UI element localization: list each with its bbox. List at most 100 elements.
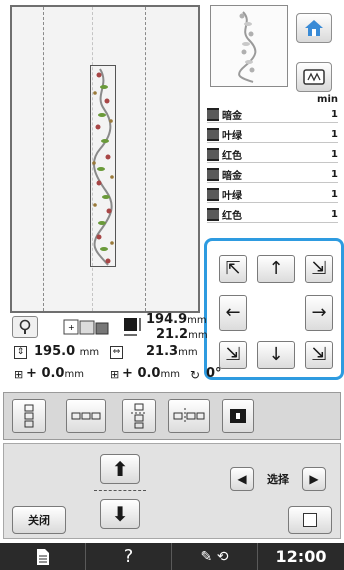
thread-spool-icon bbox=[207, 207, 219, 221]
move-up-button[interactable]: ↑ bbox=[257, 255, 295, 283]
layout-vertical-button[interactable] bbox=[12, 399, 46, 433]
design-height-value: 194.9mm bbox=[146, 312, 207, 327]
increase-button[interactable]: ⬆ bbox=[100, 454, 140, 484]
move-left-button[interactable]: ← bbox=[219, 295, 247, 331]
home-icon bbox=[305, 20, 323, 36]
unit-label: mm bbox=[160, 369, 180, 380]
thread-row: 红色 1 bbox=[207, 146, 338, 163]
thread-spool-icon bbox=[207, 187, 219, 201]
arrow-up-icon: ↑ bbox=[268, 258, 284, 279]
thread-name: 暗金 bbox=[222, 110, 242, 122]
thread-spool-icon bbox=[207, 167, 219, 181]
divider bbox=[94, 490, 146, 491]
arrow-down-icon: ↓ bbox=[268, 344, 284, 365]
design-width-number: 21.2 bbox=[156, 327, 189, 342]
thread-row: 叶绿 1 bbox=[207, 126, 338, 143]
unit-label: mm bbox=[178, 347, 198, 358]
arrow-up-bold-icon: ⬆ bbox=[111, 457, 129, 481]
unit-label: mm bbox=[79, 347, 100, 358]
thread-row: 叶绿 1 bbox=[207, 186, 338, 203]
move-down-left-button[interactable]: ⇲ bbox=[219, 341, 247, 369]
arrow-left-icon: ← bbox=[225, 302, 241, 323]
thread-time: 1 bbox=[331, 168, 338, 180]
close-button[interactable]: 关闭 bbox=[12, 506, 66, 534]
design-thumbnail bbox=[210, 5, 288, 87]
hoop-height-value: 195.0 mm bbox=[34, 344, 99, 359]
hoop-width-number: 21.3 bbox=[146, 344, 179, 359]
thread-row: 暗金 1 bbox=[207, 106, 338, 123]
hoop-width-value: 21.3mm bbox=[146, 344, 198, 359]
zoom-button[interactable] bbox=[12, 316, 38, 338]
vertical-spacing-icon bbox=[131, 403, 147, 429]
offset-x-sign: + bbox=[26, 366, 37, 381]
rotate-icon: ↻ bbox=[190, 368, 201, 382]
horizontal-spacing-icon bbox=[173, 408, 205, 424]
arrow-down-right-icon: ⇲ bbox=[311, 344, 327, 365]
wireless-sync-button[interactable]: ✎ ⟲ bbox=[172, 543, 258, 570]
vine-design-image bbox=[92, 68, 114, 266]
thread-time: 1 bbox=[331, 188, 338, 200]
offset-x-value: + 0.0mm bbox=[26, 366, 84, 381]
thread-time: 1 bbox=[331, 208, 338, 220]
thread-name: 红色 bbox=[222, 210, 242, 222]
offset-x-icon: ⊞ bbox=[14, 368, 24, 381]
vertical-size-icon: ⇕ bbox=[14, 346, 27, 359]
document-icon bbox=[36, 548, 49, 565]
layout-horizontal-button[interactable] bbox=[66, 399, 106, 433]
document-button[interactable] bbox=[0, 543, 86, 570]
offset-y-number: 0.0 bbox=[137, 366, 161, 381]
help-button[interactable]: ? bbox=[86, 543, 172, 570]
bottom-control-panel: ⬆ ⬇ 关闭 ◀ 选择 ▶ bbox=[3, 443, 341, 539]
design-width-value: 21.2mm bbox=[156, 327, 208, 342]
unit-label: mm bbox=[187, 315, 207, 326]
layout-vertical-spacing-button[interactable] bbox=[122, 399, 156, 433]
hoop-guide-right bbox=[145, 7, 146, 311]
move-down-right-button[interactable]: ⇲ bbox=[305, 341, 333, 369]
thread-row: 暗金 1 bbox=[207, 166, 338, 183]
thread-time: 1 bbox=[331, 148, 338, 160]
thread-row: 红色 1 bbox=[207, 206, 338, 223]
move-up-left-button[interactable]: ⇱ bbox=[219, 255, 247, 283]
layout-toolbar bbox=[3, 392, 341, 440]
embroidery-frame-button[interactable] bbox=[296, 62, 332, 92]
layout-horizontal-spacing-button[interactable] bbox=[168, 399, 210, 433]
embroidery-edit-screen: min 暗金 1 叶绿 1 红色 1 暗金 1 叶绿 1 红色 1 ⇱ ↑ ⇲ … bbox=[0, 0, 344, 570]
select-label: 选择 bbox=[267, 473, 289, 486]
hoop-guide-left bbox=[43, 7, 44, 311]
offset-x-number: 0.0 bbox=[41, 366, 65, 381]
layout-single-button[interactable] bbox=[222, 399, 254, 433]
angle-value: 0° bbox=[206, 366, 222, 381]
embroidery-frame-icon bbox=[303, 69, 325, 85]
thread-spool-icon bbox=[207, 107, 219, 121]
select-next-button[interactable]: ▶ bbox=[302, 467, 326, 491]
design-preview bbox=[10, 5, 200, 313]
offset-y-value: + 0.0mm bbox=[122, 366, 180, 381]
thread-name: 叶绿 bbox=[222, 130, 242, 142]
arrow-down-bold-icon: ⬇ bbox=[111, 502, 129, 526]
move-up-right-button[interactable]: ⇲ bbox=[305, 255, 333, 283]
toggle-checkbox-button[interactable] bbox=[288, 506, 332, 534]
select-previous-button[interactable]: ◀ bbox=[230, 467, 254, 491]
offset-y-sign: + bbox=[122, 366, 133, 381]
hoop-height-number: 195.0 bbox=[34, 344, 76, 359]
vertical-stack-icon bbox=[24, 404, 34, 428]
unit-label: mm bbox=[64, 369, 84, 380]
move-right-button[interactable]: → bbox=[305, 295, 333, 331]
single-selected-icon bbox=[230, 409, 246, 423]
horizontal-stack-icon bbox=[71, 412, 101, 420]
arrow-up-right-icon: ⇲ bbox=[311, 258, 327, 279]
machine-icon: ✎ bbox=[200, 548, 213, 565]
magnifier-icon bbox=[19, 319, 31, 334]
decrease-button[interactable]: ⬇ bbox=[100, 499, 140, 529]
svg-text:+: + bbox=[68, 323, 75, 332]
thread-name: 暗金 bbox=[222, 170, 242, 182]
arrow-up-left-icon: ⇱ bbox=[225, 258, 241, 279]
move-arrow-pad: ⇱ ↑ ⇲ ← → ⇲ ↓ ⇲ bbox=[204, 238, 344, 380]
status-bar: ? ✎ ⟲ 12:00 bbox=[0, 543, 344, 570]
hoop-size-icon: + bbox=[63, 319, 109, 335]
offset-y-icon: ⊞ bbox=[110, 368, 120, 381]
home-button[interactable] bbox=[296, 13, 332, 43]
thread-spool-icon bbox=[207, 147, 219, 161]
unit-label: mm bbox=[188, 330, 208, 341]
move-down-button[interactable]: ↓ bbox=[257, 341, 295, 369]
